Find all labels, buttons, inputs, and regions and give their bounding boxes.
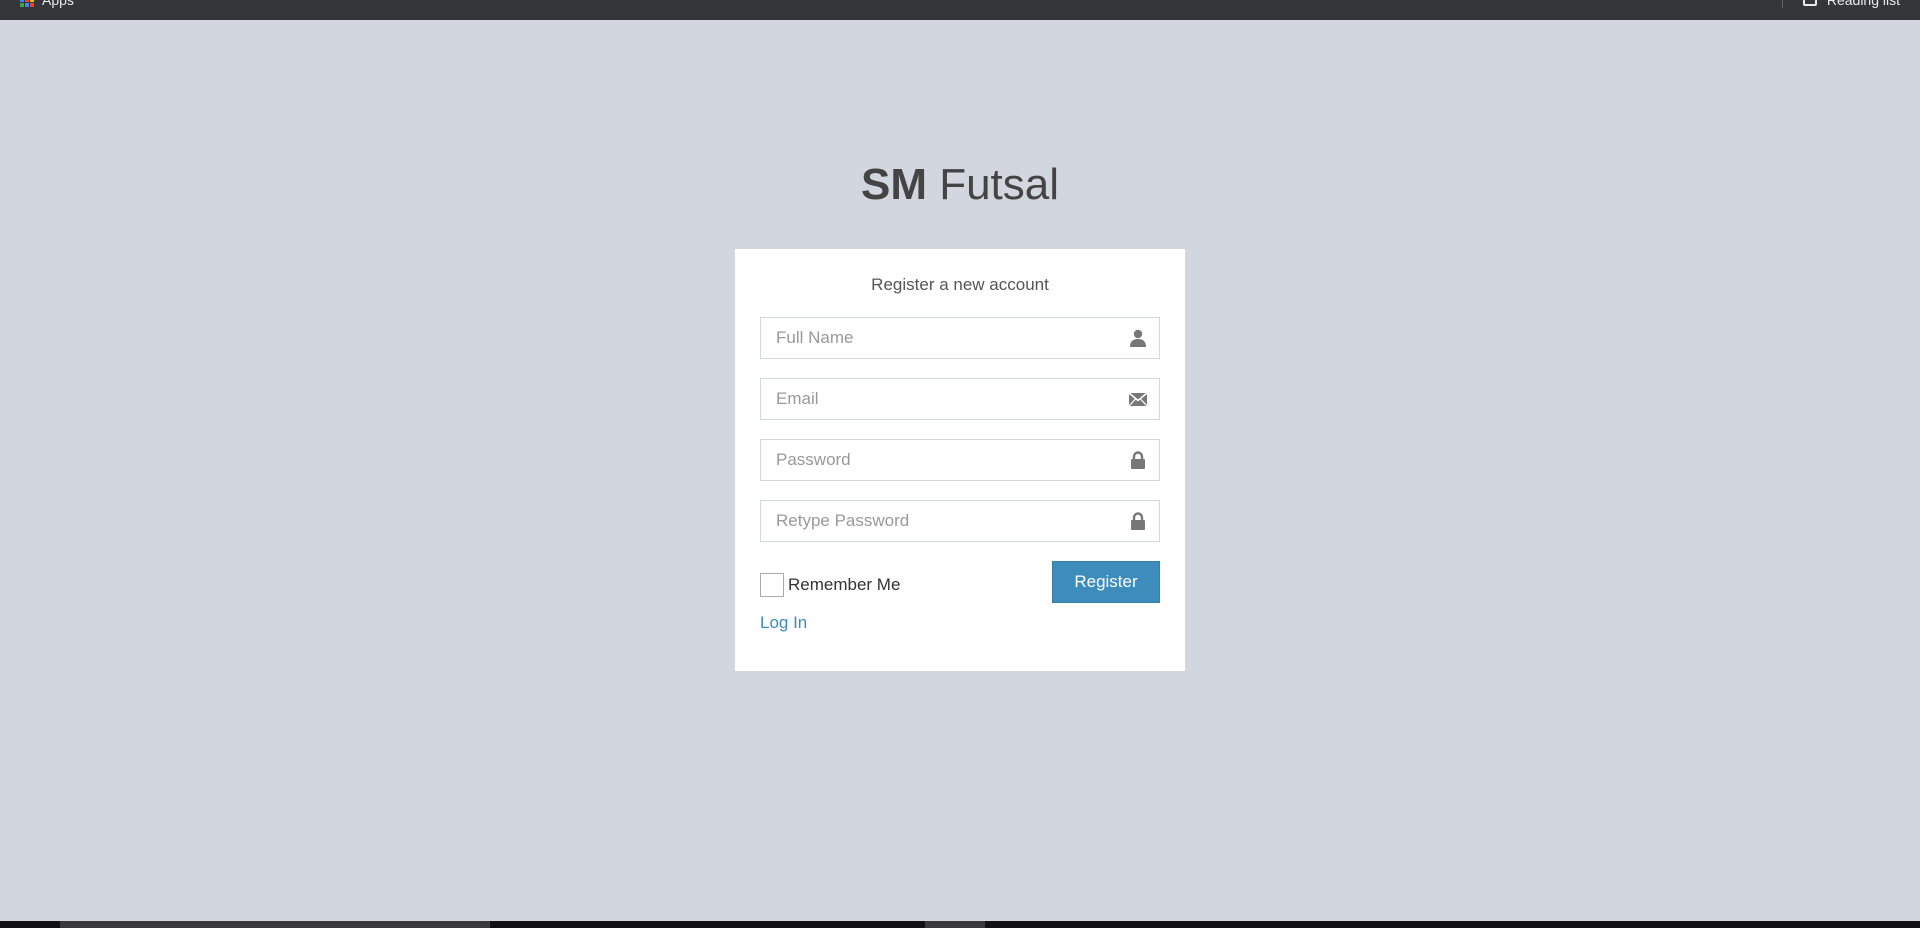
bookmarks-bar: Apps Reading list [0,0,1920,20]
form-actions-row: Remember Me Register [760,561,1160,603]
retype-password-input[interactable] [760,500,1160,542]
taskbar-app[interactable] [925,921,985,928]
register-form: Remember Me Register [760,317,1160,603]
taskbar-search[interactable] [60,921,490,928]
register-button[interactable]: Register [1052,561,1160,603]
apps-label: Apps [42,0,74,8]
remember-me-label: Remember Me [788,575,901,594]
user-icon [1130,329,1146,347]
full-name-group [760,317,1160,359]
retype-password-group [760,500,1160,542]
email-group [760,378,1160,420]
email-input[interactable] [760,378,1160,420]
remember-me-checkbox[interactable]: Remember Me [760,573,900,597]
login-link[interactable]: Log In [760,613,807,633]
envelope-icon [1128,392,1148,407]
reading-list-button[interactable]: Reading list [1781,0,1900,8]
logo-bold-text: SM [860,160,927,209]
register-message: Register a new account [871,275,1049,294]
logo-light-text: Futsal [939,160,1060,209]
apps-grid-icon [20,0,34,7]
lock-icon [1131,512,1145,530]
full-name-input[interactable] [760,317,1160,359]
site-logo[interactable]: SM Futsal [0,157,1920,213]
reading-list-icon [1802,0,1817,6]
reading-list-label: Reading list [1826,0,1900,8]
password-group [760,439,1160,481]
register-box: Register a new account Full Name Email R… [735,249,1185,671]
remember-me-box[interactable] [760,573,784,597]
bookmarks-divider [1781,0,1783,8]
taskbar [0,921,1920,928]
apps-shortcut[interactable]: Apps [20,0,74,8]
lock-icon [1131,451,1145,469]
password-input[interactable] [760,439,1160,481]
